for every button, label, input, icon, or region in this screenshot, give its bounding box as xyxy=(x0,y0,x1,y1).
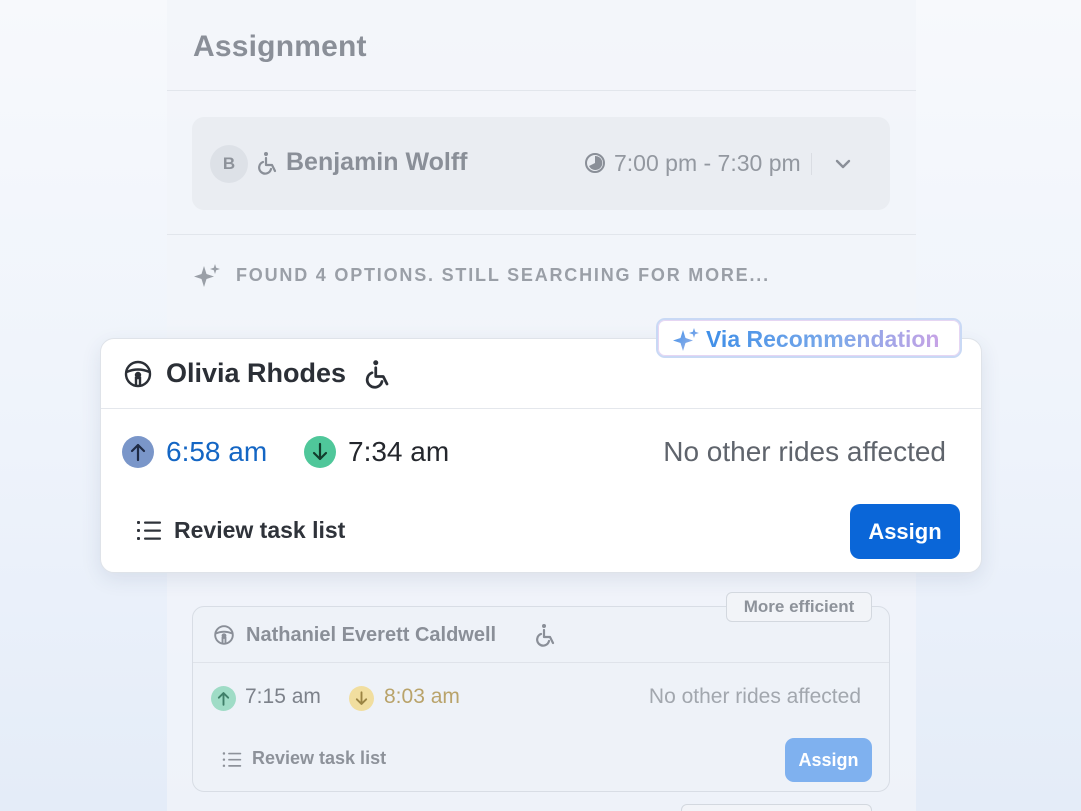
wheelchair-icon xyxy=(363,359,391,394)
review-task-list-link[interactable]: Review task list xyxy=(174,517,345,544)
impact-note: No other rides affected xyxy=(648,685,861,708)
sparkle-icon xyxy=(672,327,700,358)
divider xyxy=(167,234,916,235)
arrow-down-icon xyxy=(349,686,374,716)
review-task-list-link[interactable]: Review task list xyxy=(252,748,386,769)
steering-wheel-icon xyxy=(123,359,153,394)
chevron-down-icon[interactable] xyxy=(832,153,854,180)
next-option-badge xyxy=(681,804,872,811)
dropoff-time: 7:34 am xyxy=(348,436,450,467)
pickup-time: 7:15 am xyxy=(245,685,321,708)
list-icon[interactable] xyxy=(222,750,242,775)
divider xyxy=(811,153,812,175)
search-status: FOUND 4 OPTIONS. STILL SEARCHING FOR MOR… xyxy=(236,265,770,285)
arrow-up-icon xyxy=(122,436,154,473)
wheelchair-icon xyxy=(534,623,556,652)
impact-note: No other rides affected xyxy=(663,436,946,467)
rider-time-window: 7:00 pm - 7:30 pm xyxy=(614,150,801,176)
option-card[interactable]: Nathaniel Everett Caldwell 7:15 am 8:03 … xyxy=(192,606,890,792)
list-icon[interactable] xyxy=(136,518,162,549)
pickup-time: 6:58 am xyxy=(166,436,268,467)
divider xyxy=(167,90,916,91)
recommendation-badge: Via Recommendation xyxy=(656,318,962,358)
clock-icon xyxy=(584,152,606,179)
sparkle-icon xyxy=(193,263,221,294)
rider-name: Benjamin Wolff xyxy=(286,148,468,176)
page-title: Assignment xyxy=(193,30,367,63)
avatar: B xyxy=(210,145,248,183)
efficiency-badge: More efficient xyxy=(726,592,872,622)
arrow-down-icon xyxy=(304,436,336,473)
steering-wheel-icon xyxy=(213,624,235,651)
rider-summary[interactable]: B Benjamin Wolff 7:00 pm - 7:30 pm xyxy=(192,117,890,210)
recommended-option-card[interactable]: Olivia Rhodes 6:58 am 7:34 am No other r… xyxy=(100,338,982,573)
arrow-up-icon xyxy=(211,686,236,716)
driver-name: Olivia Rhodes xyxy=(166,358,347,388)
wheelchair-icon xyxy=(256,151,278,180)
badge-label: Via Recommendation xyxy=(706,326,940,352)
driver-name: Nathaniel Everett Caldwell xyxy=(246,624,497,646)
dropoff-time: 8:03 am xyxy=(384,685,460,708)
assign-button[interactable]: Assign xyxy=(850,504,960,559)
assign-button[interactable]: Assign xyxy=(785,738,872,782)
